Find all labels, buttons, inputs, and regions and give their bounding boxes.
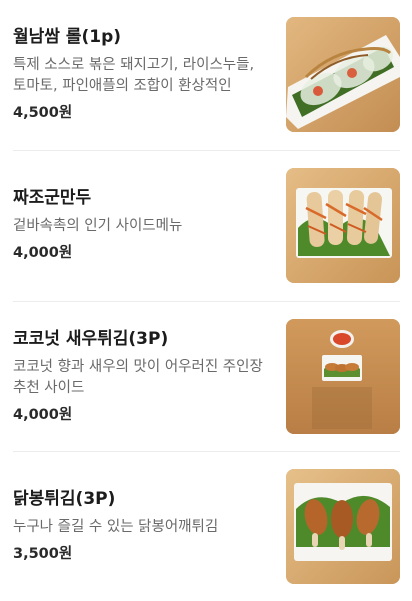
fried-chicken-wing-photo-svg xyxy=(286,469,400,584)
menu-item-description: 겉바속촉의 인기 사이드메뉴 xyxy=(13,218,183,234)
fried-spring-roll-photo-icon xyxy=(286,168,400,283)
menu-item-text: 월남쌈 롤(1p) 특제 소스로 볶은 돼지고기, 라이스누들, 토마토, 파인… xyxy=(13,26,268,123)
menu-item-name: 짜조군만두 xyxy=(13,188,92,208)
coconut-shrimp-photo-svg xyxy=(286,319,400,434)
menu-item-name: 닭봉튀김(3P) xyxy=(13,489,116,509)
fried-chicken-wing-photo-icon xyxy=(286,469,400,584)
menu-item-price: 4,000원 xyxy=(13,407,73,423)
divider xyxy=(13,150,400,151)
spring-roll-photo-icon xyxy=(286,17,400,132)
menu-item-description: 코코넛 향과 새우의 맛이 어우러진 주인장 추천 사이드 xyxy=(13,359,263,396)
menu-item-description: 특제 소스로 볶은 돼지고기, 라이스누들, 토마토, 파인애플의 조합이 환상… xyxy=(13,57,255,94)
menu-list: 월남쌈 롤(1p) 특제 소스로 볶은 돼지고기, 라이스누들, 토마토, 파인… xyxy=(0,0,412,601)
menu-item-text: 닭봉튀김(3P) 누구나 즐길 수 있는 닭봉어깨튀김 3,500원 xyxy=(13,488,268,564)
menu-item-name: 월남쌈 롤(1p) xyxy=(13,27,122,47)
menu-item-description: 누구나 즐길 수 있는 닭봉어깨튀김 xyxy=(13,519,219,535)
menu-item-fried-dumpling[interactable]: 짜조군만두 겉바속촉의 인기 사이드메뉴 4,000원 xyxy=(0,168,412,318)
menu-item-text: 코코넛 새우튀김(3P) 코코넛 향과 새우의 맛이 어우러진 주인장 추천 사… xyxy=(13,328,268,425)
menu-item-text: 짜조군만두 겉바속촉의 인기 사이드메뉴 4,000원 xyxy=(13,187,268,263)
divider xyxy=(13,451,400,452)
menu-item-name: 코코넛 새우튀김(3P) xyxy=(13,329,169,349)
coconut-shrimp-photo-icon xyxy=(286,319,400,434)
menu-item-price: 4,000원 xyxy=(13,245,73,261)
menu-item-spring-roll[interactable]: 월남쌈 롤(1p) 특제 소스로 볶은 돼지고기, 라이스누들, 토마토, 파인… xyxy=(0,17,412,167)
spring-roll-photo-svg xyxy=(286,17,400,132)
menu-item-price: 3,500원 xyxy=(13,546,73,562)
divider xyxy=(13,301,400,302)
fried-spring-roll-photo-svg xyxy=(286,168,400,283)
menu-item-coconut-shrimp[interactable]: 코코넛 새우튀김(3P) 코코넛 향과 새우의 맛이 어우러진 주인장 추천 사… xyxy=(0,319,412,469)
menu-item-chicken-wing[interactable]: 닭봉튀김(3P) 누구나 즐길 수 있는 닭봉어깨튀김 3,500원 xyxy=(0,469,412,601)
menu-item-price: 4,500원 xyxy=(13,105,73,121)
